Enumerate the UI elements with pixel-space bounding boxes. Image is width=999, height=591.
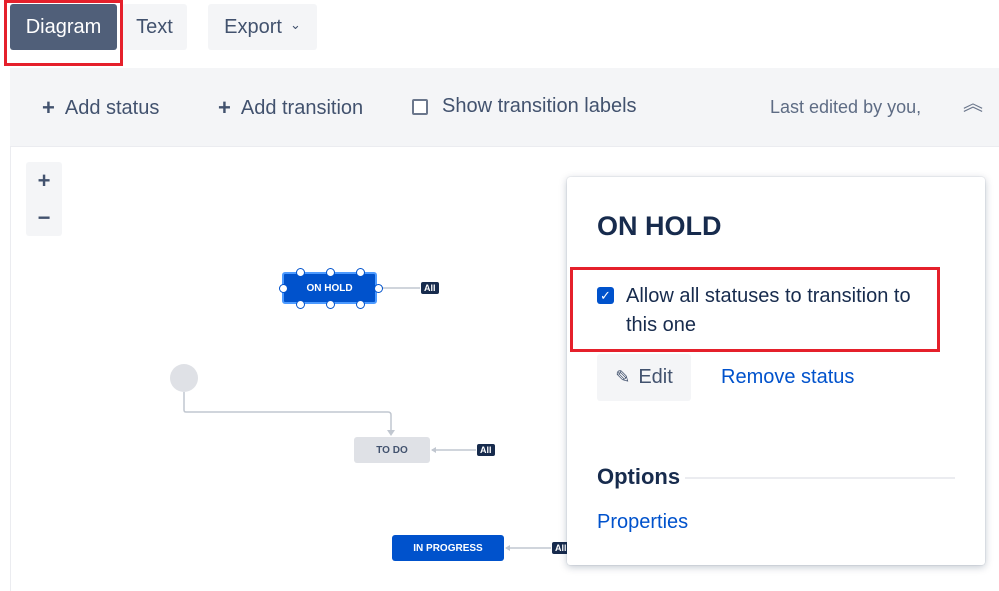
zoom-out-button[interactable]: − (26, 199, 62, 236)
node-handle[interactable] (356, 268, 365, 277)
global-transition-badge[interactable]: All (421, 282, 439, 294)
node-handle[interactable] (356, 300, 365, 309)
zoom-controls: + − (26, 162, 62, 236)
node-handle[interactable] (296, 300, 305, 309)
panel-title: ON HOLD (597, 211, 722, 241)
status-detail-panel: ON HOLD ✓ Allow all statuses to transiti… (567, 177, 985, 565)
highlight-annotation-allow-all (570, 267, 940, 352)
status-node-to-do[interactable]: TO DO (354, 437, 430, 463)
remove-status-link[interactable]: Remove status (721, 366, 854, 389)
global-transition-badge[interactable]: All (477, 444, 495, 456)
inprogress-arrow (505, 545, 510, 551)
pencil-icon: ✎ (615, 367, 631, 387)
options-divider (685, 477, 955, 479)
initial-transition-line (183, 392, 392, 432)
initial-transition-arrow (387, 430, 395, 436)
node-handle[interactable] (296, 268, 305, 277)
edit-button[interactable]: ✎ Edit (597, 354, 691, 401)
todo-arrow (431, 447, 436, 453)
zoom-in-button[interactable]: + (26, 162, 62, 199)
options-heading: Options (597, 464, 681, 489)
node-handle[interactable] (326, 300, 335, 309)
edit-label: Edit (638, 366, 673, 388)
start-node[interactable] (170, 364, 198, 392)
node-handle[interactable] (279, 284, 288, 293)
properties-link[interactable]: Properties (597, 511, 688, 534)
node-handle[interactable] (326, 268, 335, 277)
status-node-in-progress[interactable]: IN PROGRESS (392, 535, 504, 561)
node-handle[interactable] (374, 284, 383, 293)
